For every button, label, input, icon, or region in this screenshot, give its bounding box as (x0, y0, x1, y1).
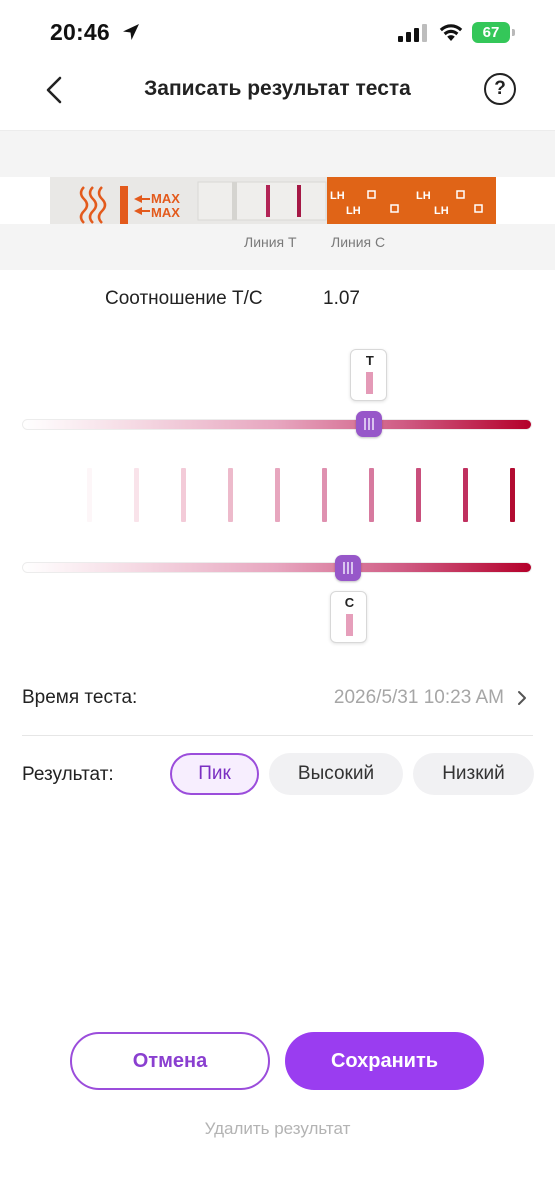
reference-color-line (416, 468, 421, 522)
test-strip-image: MAX MAX LH LH LH LH (50, 177, 496, 224)
reference-color-line (463, 468, 468, 522)
reference-color-line (181, 468, 186, 522)
result-option-low[interactable]: Низкий (413, 753, 534, 795)
reference-color-line (134, 468, 139, 522)
strip-background-top (0, 130, 555, 177)
line-c-label: Линия C (331, 234, 386, 250)
strip-lh-text: LH (330, 190, 345, 202)
tc-ratio-value: 1.07 (323, 288, 360, 309)
status-bar: 20:46 67 (0, 0, 555, 64)
battery-icon: 67 (472, 22, 516, 43)
t-letter: T (365, 353, 374, 368)
cancel-button[interactable]: Отмена (70, 1032, 270, 1090)
line-t-label: Линия T (244, 234, 297, 250)
chevron-right-icon[interactable] (515, 690, 529, 706)
divider (22, 735, 533, 736)
reference-color-line (510, 468, 515, 522)
result-option-high[interactable]: Высокий (269, 753, 403, 795)
c-line-indicator: C (329, 591, 367, 643)
cellular-signal-icon (398, 24, 427, 42)
location-arrow-icon (123, 24, 139, 40)
c-line-slider[interactable] (22, 562, 532, 573)
wifi-icon (439, 24, 463, 41)
t-color-swatch (366, 372, 374, 394)
help-button[interactable]: ? (484, 73, 516, 105)
reference-color-line (228, 468, 233, 522)
strip-lh-text: LH (434, 205, 449, 217)
t-slider-thumb[interactable] (355, 411, 382, 437)
delete-result-link[interactable]: Удалить результат (0, 1119, 555, 1139)
c-color-swatch (345, 614, 353, 636)
status-time: 20:46 (50, 19, 110, 45)
t-line-indicator: T (350, 349, 388, 401)
result-option-peak[interactable]: Пик (170, 753, 259, 795)
reference-color-line (322, 468, 327, 522)
strip-max-text: MAX (151, 205, 180, 220)
reference-color-line (275, 468, 280, 522)
battery-level: 67 (482, 24, 500, 41)
strip-lh-text: LH (346, 205, 361, 217)
c-slider-thumb[interactable] (335, 555, 362, 581)
strip-lh-text: LH (416, 190, 431, 202)
strip-max-text: MAX (151, 191, 180, 206)
result-label: Результат: (22, 764, 114, 785)
page-title: Записать результат теста (144, 77, 411, 100)
reference-color-line (87, 468, 92, 522)
c-letter: C (344, 595, 355, 610)
test-time-label: Время теста: (22, 687, 138, 708)
save-button[interactable]: Сохранить (285, 1032, 484, 1090)
reference-color-line (369, 468, 374, 522)
tc-ratio-label: Соотношение T/C (105, 288, 263, 309)
test-time-value[interactable]: 2026/5/31 10:23 AM (334, 687, 504, 709)
t-line-slider[interactable] (22, 419, 532, 430)
